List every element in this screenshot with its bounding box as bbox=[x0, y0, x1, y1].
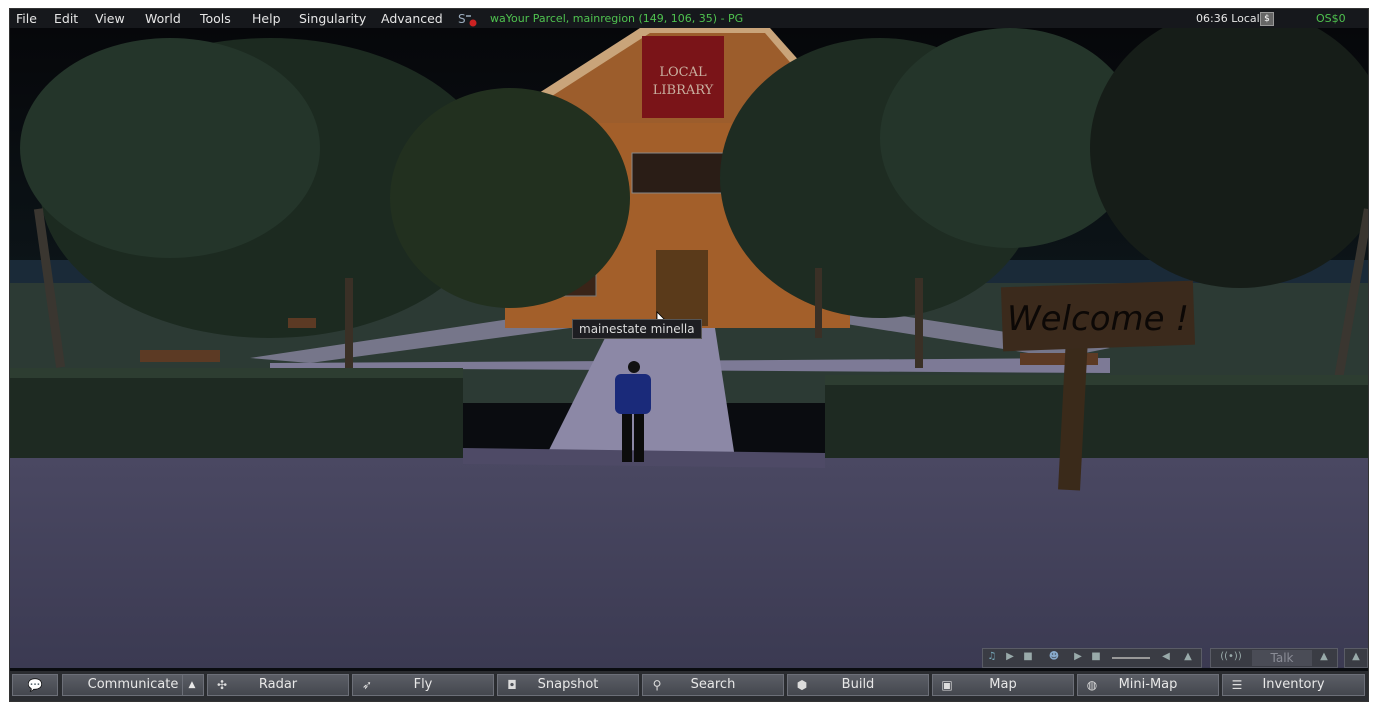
music-note-icon[interactable]: ♫ bbox=[986, 651, 998, 663]
location-label[interactable]: waYour Parcel, mainregion (149, 106, 35)… bbox=[490, 12, 743, 25]
map-icon: ▣ bbox=[941, 678, 953, 692]
radar-button[interactable]: ✣ Radar bbox=[207, 674, 349, 696]
fly-button[interactable]: ➶ Fly bbox=[352, 674, 494, 696]
voice-status-icon[interactable]: S bbox=[458, 11, 478, 27]
library-sign-line1: LOCAL bbox=[659, 65, 707, 80]
build-label: Build bbox=[841, 677, 875, 692]
communicate-label: Communicate bbox=[87, 677, 179, 692]
snapshot-label: Snapshot bbox=[537, 677, 599, 692]
search-label: Search bbox=[690, 677, 736, 692]
viewer-window: File Edit View World Tools Help Singular… bbox=[9, 8, 1369, 702]
3d-world-view[interactable]: LOCAL LIBRARY Welcome ! bbox=[10, 9, 1368, 668]
minimap-label: Mini-Map bbox=[1118, 677, 1178, 692]
up-arrow-icon[interactable]: ▲ bbox=[182, 675, 201, 695]
menu-file[interactable]: File bbox=[16, 11, 37, 27]
snapshot-button[interactable]: ◘ Snapshot bbox=[497, 674, 639, 696]
people-icon[interactable]: ☻ bbox=[1048, 651, 1060, 663]
clock-label: 06:36 Local bbox=[1196, 12, 1260, 25]
chat-button[interactable]: 💬 bbox=[12, 674, 58, 696]
inventory-button[interactable]: ☰ Inventory bbox=[1222, 674, 1365, 696]
voice-icon[interactable]: ((•)) bbox=[1216, 651, 1246, 663]
cube-icon: ⬢ bbox=[796, 678, 808, 692]
menu-singularity[interactable]: Singularity bbox=[299, 11, 366, 27]
menu-world[interactable]: World bbox=[145, 11, 181, 27]
up-arrow-icon[interactable]: ▲ bbox=[1318, 651, 1330, 663]
volume-slider[interactable] bbox=[1112, 657, 1150, 659]
stop-icon[interactable]: ■ bbox=[1090, 651, 1102, 663]
build-button[interactable]: ⬢ Build bbox=[787, 674, 929, 696]
magnifier-icon: ⚲ bbox=[652, 678, 662, 692]
chat-bubble-icon: 💬 bbox=[27, 678, 43, 692]
map-label: Map bbox=[989, 677, 1017, 692]
fly-icon: ➶ bbox=[361, 678, 373, 692]
map-button[interactable]: ▣ Map bbox=[932, 674, 1074, 696]
menu-edit[interactable]: Edit bbox=[54, 11, 78, 27]
up-arrow-icon[interactable]: ▲ bbox=[1350, 651, 1362, 663]
up-arrow-icon[interactable]: ▲ bbox=[1182, 651, 1194, 663]
talk-button[interactable]: Talk bbox=[1252, 650, 1312, 666]
inventory-label: Inventory bbox=[1262, 677, 1325, 692]
bottom-toolbar: 💬 Communicate ▲ ✣ Radar ➶ Fly ◘ Snapshot… bbox=[10, 671, 1368, 701]
search-button[interactable]: ⚲ Search bbox=[642, 674, 784, 696]
library-sign-line2: LIBRARY bbox=[653, 83, 714, 98]
menu-tools[interactable]: Tools bbox=[200, 11, 231, 27]
inventory-icon: ☰ bbox=[1231, 678, 1243, 692]
camera-icon: ◘ bbox=[507, 678, 517, 692]
welcome-sign-text: Welcome ! bbox=[1007, 299, 1189, 339]
play-icon[interactable]: ▶ bbox=[1072, 651, 1084, 663]
minimap-globe-icon: ◍ bbox=[1086, 678, 1098, 692]
stop-icon[interactable]: ■ bbox=[1022, 651, 1034, 663]
menu-advanced[interactable]: Advanced bbox=[381, 11, 443, 27]
balance-label[interactable]: OS$0 bbox=[1316, 12, 1346, 25]
scene-render: LOCAL LIBRARY Welcome ! bbox=[10, 9, 1368, 668]
minimap-button[interactable]: ◍ Mini-Map bbox=[1077, 674, 1219, 696]
radar-label: Radar bbox=[258, 677, 298, 692]
radar-icon: ✣ bbox=[216, 678, 228, 692]
menu-help[interactable]: Help bbox=[252, 11, 281, 27]
play-icon[interactable]: ▶ bbox=[1004, 651, 1016, 663]
svg-text:S: S bbox=[458, 12, 466, 26]
buy-currency-button[interactable]: $ bbox=[1260, 12, 1274, 26]
volume-icon[interactable]: ◀ bbox=[1160, 651, 1172, 663]
communicate-button[interactable]: Communicate ▲ bbox=[62, 674, 204, 696]
fly-label: Fly bbox=[413, 677, 433, 692]
menu-bar: File Edit View World Tools Help Singular… bbox=[10, 9, 1368, 28]
hover-tooltip: mainestate minella bbox=[572, 319, 702, 339]
menu-view[interactable]: View bbox=[95, 11, 125, 27]
